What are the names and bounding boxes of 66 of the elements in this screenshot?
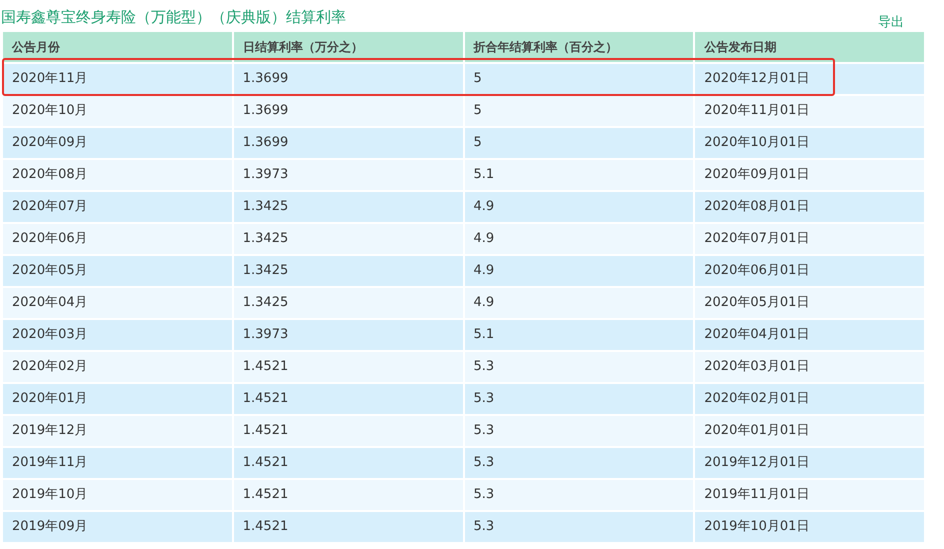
table-cell: 5.3 — [464, 480, 694, 510]
table-cell: 5.3 — [464, 448, 694, 478]
table-cell: 2020年11月 — [3, 64, 232, 94]
table-cell: 2020年10月 — [3, 96, 232, 126]
table-cell: 5.3 — [464, 352, 694, 382]
column-header: 公告发布日期 — [695, 32, 924, 62]
table-cell: 1.3425 — [234, 288, 462, 318]
table-cell: 2020年07月01日 — [695, 224, 924, 254]
table-cell: 1.4521 — [234, 448, 462, 478]
table-cell: 2019年10月01日 — [695, 512, 924, 542]
table-cell: 2019年11月01日 — [695, 480, 924, 510]
table-cell: 5 — [464, 128, 694, 158]
table-cell: 2020年03月 — [3, 320, 232, 350]
table-cell: 2020年07月 — [3, 192, 232, 222]
table-cell: 1.3425 — [234, 224, 462, 254]
column-header: 日结算利率（万分之） — [234, 32, 462, 62]
table-cell: 1.3425 — [234, 256, 462, 286]
column-header: 公告月份 — [3, 32, 232, 62]
table-cell: 4.9 — [464, 192, 694, 222]
table-cell: 2020年06月01日 — [695, 256, 924, 286]
table-cell: 1.3973 — [234, 160, 462, 190]
column-header: 折合年结算利率（百分之） — [464, 32, 694, 62]
table-cell: 5.3 — [464, 384, 694, 414]
table-cell: 1.4521 — [234, 384, 462, 414]
table-cell: 2020年10月01日 — [695, 128, 924, 158]
table-cell: 5 — [464, 64, 694, 94]
table-cell: 5.1 — [464, 320, 694, 350]
table-cell: 4.9 — [464, 288, 694, 318]
table-cell: 2020年12月01日 — [695, 64, 924, 94]
table-cell: 1.3699 — [234, 96, 462, 126]
table-cell: 2020年06月 — [3, 224, 232, 254]
table-cell: 2019年11月 — [3, 448, 232, 478]
table-cell: 2020年04月01日 — [695, 320, 924, 350]
page-title: 国寿鑫尊宝终身寿险（万能型）（庆典版）结算利率 — [0, 6, 346, 28]
table-cell: 2020年05月 — [3, 256, 232, 286]
table-cell: 5.3 — [464, 512, 694, 542]
table-cell: 2020年02月 — [3, 352, 232, 382]
table-cell: 2020年01月01日 — [695, 416, 924, 446]
table-cell: 1.3699 — [234, 128, 462, 158]
table-cell: 2019年09月 — [3, 512, 232, 542]
table-cell: 5 — [464, 96, 694, 126]
table-cell: 2020年05月01日 — [695, 288, 924, 318]
table-cell: 2020年09月01日 — [695, 160, 924, 190]
table-cell: 5.1 — [464, 160, 694, 190]
table-cell: 5.3 — [464, 416, 694, 446]
table-cell: 1.3973 — [234, 320, 462, 350]
table-cell: 2020年03月01日 — [695, 352, 924, 382]
table-cell: 4.9 — [464, 224, 694, 254]
table-cell: 2020年09月 — [3, 128, 232, 158]
table-cell: 1.4521 — [234, 512, 462, 542]
export-link[interactable]: 导出 — [878, 12, 904, 32]
table-cell: 1.4521 — [234, 352, 462, 382]
table-cell: 2020年02月01日 — [695, 384, 924, 414]
table-cell: 2020年04月 — [3, 288, 232, 318]
table-cell: 2020年08月 — [3, 160, 232, 190]
table-cell: 2020年11月01日 — [695, 96, 924, 126]
table-cell: 2020年01月 — [3, 384, 232, 414]
table-cell: 4.9 — [464, 256, 694, 286]
table-cell: 1.4521 — [234, 416, 462, 446]
table-cell: 2019年12月01日 — [695, 448, 924, 478]
table-cell: 1.4521 — [234, 480, 462, 510]
table-cell: 2019年10月 — [3, 480, 232, 510]
table-cell: 1.3425 — [234, 192, 462, 222]
table-cell: 2020年08月01日 — [695, 192, 924, 222]
table-cell: 1.3699 — [234, 64, 462, 94]
table-cell: 2019年12月 — [3, 416, 232, 446]
